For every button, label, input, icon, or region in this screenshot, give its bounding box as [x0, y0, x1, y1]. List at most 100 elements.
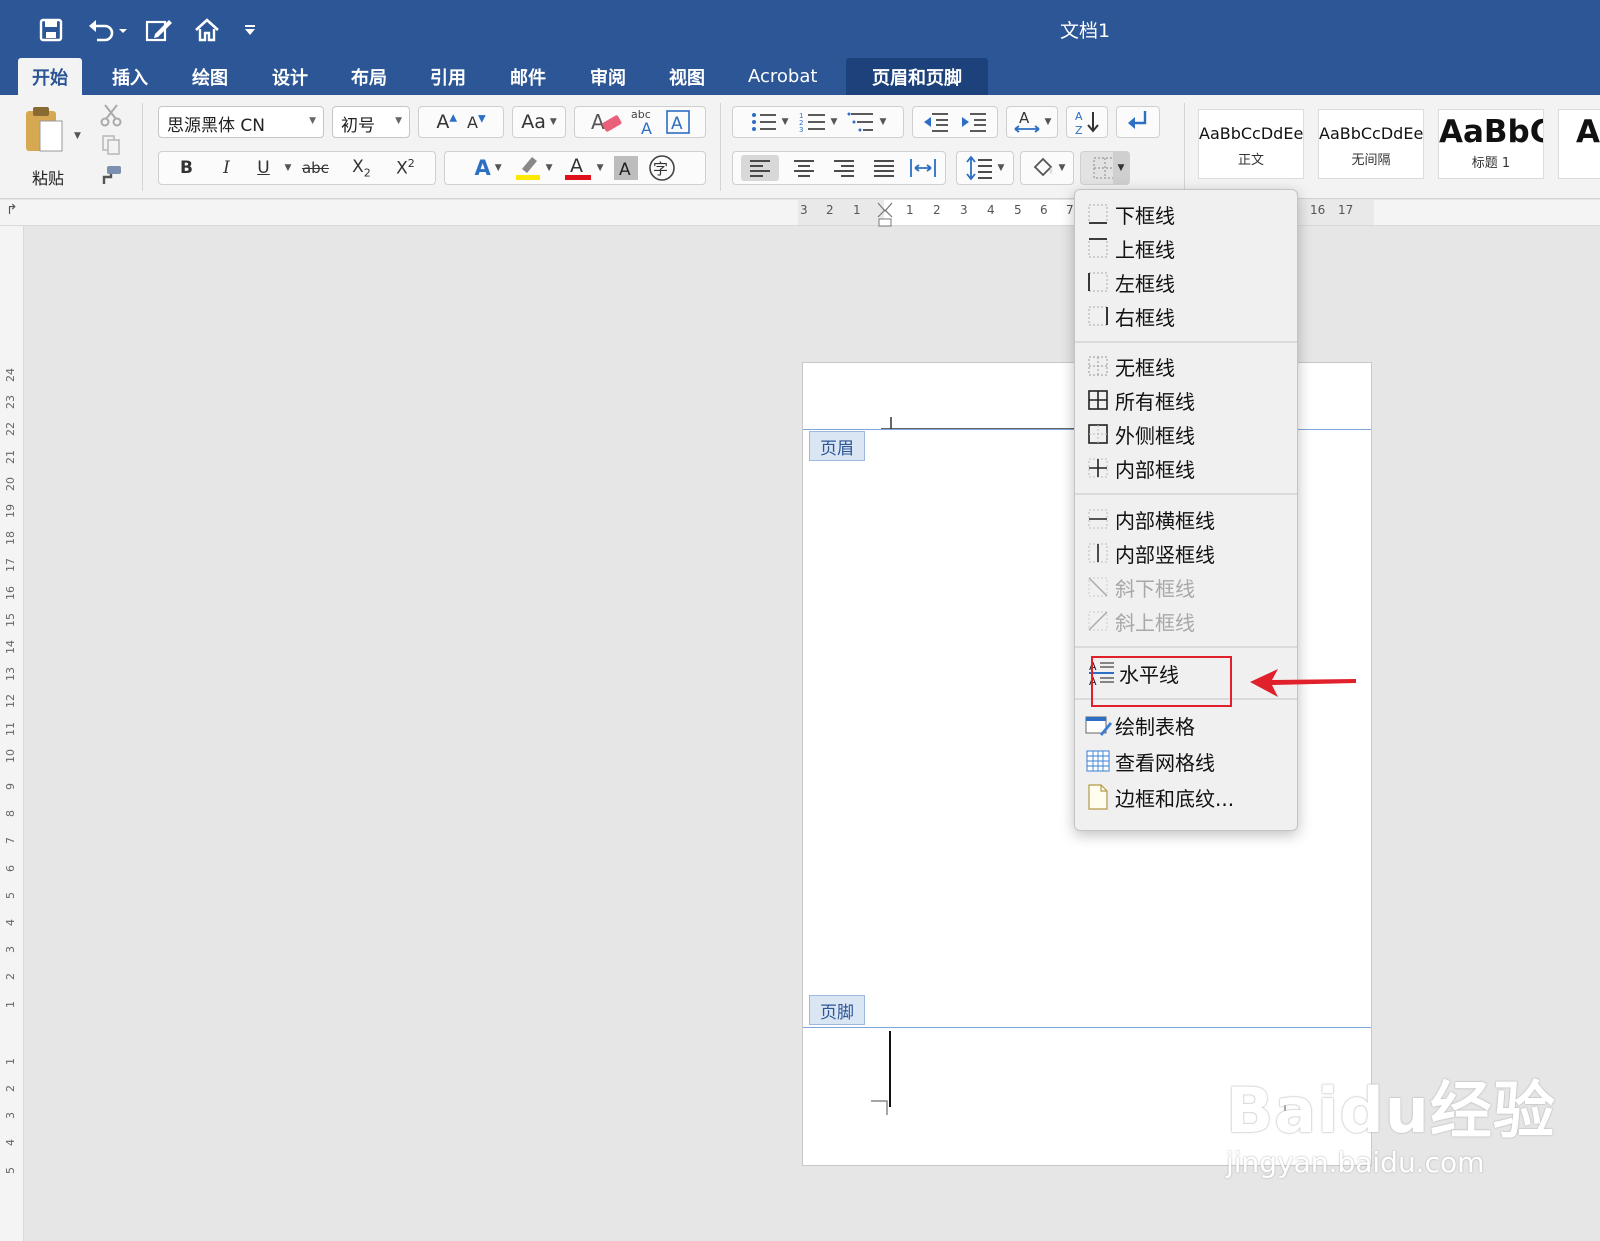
- change-case-icon[interactable]: Aa ▼: [512, 106, 566, 138]
- multilevel-list-icon[interactable]: [847, 110, 875, 134]
- format-painter-icon[interactable]: [96, 161, 126, 189]
- save-icon[interactable]: [36, 10, 66, 50]
- paste-button[interactable]: ▼ 粘贴: [18, 105, 81, 189]
- cut-icon[interactable]: [96, 101, 126, 129]
- shading-icon[interactable]: ▼: [1020, 151, 1074, 185]
- tab-selector-icon[interactable]: ↱: [6, 202, 18, 218]
- bullets-icon[interactable]: [750, 111, 778, 133]
- tab-acrobat[interactable]: Acrobat: [734, 58, 831, 95]
- vertical-ruler[interactable]: 24 23 22 21 20 19 18 17 16 15 14 13 12 11 10 9 8 7 6 5 4 3 2 1 1…: [0, 226, 24, 1241]
- phonetic-guide-icon[interactable]: abc A: [629, 108, 659, 136]
- tab-design[interactable]: 设计: [258, 58, 322, 95]
- svg-text:3: 3: [799, 126, 803, 134]
- customize-toolbar-icon[interactable]: [240, 10, 260, 50]
- tab-mailings[interactable]: 邮件: [496, 58, 560, 95]
- menu-item-view-gridlines[interactable]: 查看网格线: [1081, 745, 1293, 777]
- font-color-icon[interactable]: A: [563, 154, 593, 182]
- indent-marker-icon[interactable]: [876, 202, 894, 228]
- home-icon[interactable]: [192, 10, 222, 50]
- ruler-number: 17: [1338, 203, 1354, 217]
- align-right-icon[interactable]: [833, 159, 855, 177]
- copy-icon[interactable]: [96, 131, 126, 159]
- subscript-button[interactable]: X2: [339, 157, 383, 179]
- menu-item-label: 右框线: [1115, 305, 1175, 330]
- footer-boundary-line: [803, 1027, 1371, 1028]
- menu-item-label: 上框线: [1115, 237, 1175, 262]
- menu-item-bottom-border[interactable]: 下框线: [1081, 198, 1293, 230]
- menu-item-left-border[interactable]: 左框线: [1081, 266, 1293, 298]
- borders-dropdown-icon[interactable]: ▼: [1113, 152, 1129, 184]
- inside-borders-icon: [1081, 458, 1115, 478]
- borders-button[interactable]: ▼: [1080, 151, 1130, 185]
- tab-header-footer[interactable]: 页眉和页脚: [846, 58, 988, 95]
- font-name-combo[interactable]: 思源黑体 CN ▼: [158, 106, 324, 138]
- align-left-icon[interactable]: [741, 155, 779, 181]
- vertical-ruler-number: 1: [4, 1057, 17, 1065]
- ruler-number: 2: [933, 203, 941, 217]
- borders-menu: 下框线 上框线 左框线 右框线 无框线 所有框线 外侧框线 内部框线 内部横框线…: [1074, 189, 1298, 831]
- menu-item-diagonal-up-border[interactable]: 斜上框线: [1081, 605, 1293, 637]
- vertical-ruler-number: 2: [4, 973, 17, 981]
- menu-item-diagonal-down-border[interactable]: 斜下框线: [1081, 571, 1293, 603]
- sort-icon[interactable]: AZ: [1066, 106, 1108, 138]
- align-center-icon[interactable]: [793, 159, 815, 177]
- edit-document-icon[interactable]: [144, 10, 174, 50]
- line-spacing-icon[interactable]: ▼: [956, 151, 1014, 185]
- increase-indent-icon[interactable]: [960, 111, 988, 133]
- style-normal[interactable]: AaBbCcDdEe 正文: [1198, 109, 1304, 179]
- menu-item-label: 内部横框线: [1115, 508, 1215, 533]
- style-partial[interactable]: A: [1558, 109, 1600, 179]
- svg-text:字: 字: [653, 160, 668, 178]
- tab-view[interactable]: 视图: [655, 58, 719, 95]
- menu-item-top-border[interactable]: 上框线: [1081, 232, 1293, 264]
- decrease-indent-icon[interactable]: [922, 111, 950, 133]
- menu-item-no-border[interactable]: 无框线: [1081, 350, 1293, 382]
- italic-button[interactable]: I: [207, 158, 247, 178]
- text-effects-icon[interactable]: A: [474, 156, 490, 180]
- strikethrough-button[interactable]: abc: [291, 159, 339, 177]
- menu-item-inside-vertical-border[interactable]: 内部竖框线: [1081, 537, 1293, 569]
- superscript-button[interactable]: X2: [383, 157, 427, 179]
- grow-font-icon[interactable]: A▲: [436, 111, 457, 133]
- undo-icon[interactable]: [84, 10, 130, 50]
- menu-item-label: 斜上框线: [1115, 610, 1195, 635]
- style-no-spacing[interactable]: AaBbCcDdEe 无间隔: [1318, 109, 1424, 179]
- numbering-icon[interactable]: 123: [799, 110, 827, 134]
- character-border-icon[interactable]: A: [665, 109, 691, 135]
- text-direction-icon[interactable]: A ▼: [1006, 106, 1058, 138]
- enclose-characters-icon[interactable]: 字: [648, 154, 676, 182]
- justify-icon[interactable]: [873, 159, 895, 177]
- tab-home[interactable]: 开始: [18, 58, 82, 95]
- vertical-ruler-number: 12: [4, 694, 17, 709]
- shrink-font-icon[interactable]: A▼: [467, 113, 486, 132]
- menu-item-draw-table[interactable]: 绘制表格: [1081, 709, 1293, 741]
- menu-item-inside-borders[interactable]: 内部框线: [1081, 452, 1293, 484]
- borders-shading-icon: [1081, 784, 1115, 810]
- vertical-ruler-number: 23: [4, 395, 17, 410]
- character-shading-icon[interactable]: A: [613, 156, 638, 180]
- show-formatting-marks-icon[interactable]: [1116, 106, 1160, 138]
- distributed-icon[interactable]: [909, 157, 937, 179]
- style-heading-1[interactable]: AaBbC 标题 1: [1438, 109, 1544, 179]
- style-sample: AaBbCcDdEe: [1319, 124, 1423, 143]
- menu-item-right-border[interactable]: 右框线: [1081, 300, 1293, 332]
- underline-dropdown-icon[interactable]: ▼: [285, 163, 292, 173]
- tab-insert[interactable]: 插入: [98, 58, 162, 95]
- clear-formatting-icon[interactable]: A: [589, 109, 623, 135]
- menu-item-borders-and-shading[interactable]: 边框和底纹...: [1081, 781, 1293, 813]
- font-size-combo[interactable]: 初号 ▼: [332, 106, 410, 138]
- underline-button[interactable]: U: [247, 158, 281, 178]
- horizontal-ruler[interactable]: ↱ 3 2 1 1 2 3 4 5 6 7 16 17: [0, 200, 1600, 228]
- tab-review[interactable]: 审阅: [576, 58, 640, 95]
- paste-dropdown-icon[interactable]: ▼: [74, 131, 81, 141]
- tab-references[interactable]: 引用: [416, 58, 480, 95]
- highlight-icon[interactable]: [512, 155, 542, 181]
- menu-item-all-borders[interactable]: 所有框线: [1081, 384, 1293, 416]
- watermark-url: jingyan.baidu.com: [1226, 1146, 1485, 1179]
- bottom-border-icon: [1081, 204, 1115, 224]
- tab-draw[interactable]: 绘图: [178, 58, 242, 95]
- tab-layout[interactable]: 布局: [337, 58, 401, 95]
- menu-item-inside-horizontal-border[interactable]: 内部横框线: [1081, 503, 1293, 535]
- menu-item-outside-borders[interactable]: 外侧框线: [1081, 418, 1293, 450]
- bold-button[interactable]: B: [167, 158, 207, 178]
